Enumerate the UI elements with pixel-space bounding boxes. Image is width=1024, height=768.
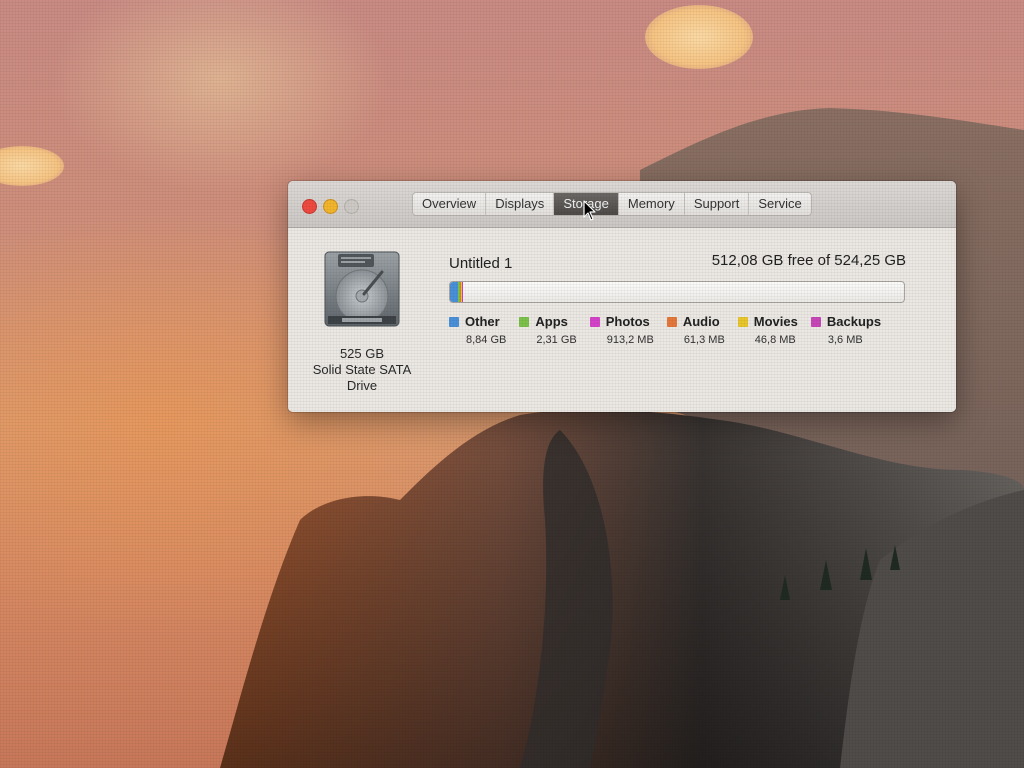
drive-capacity: 525 GB bbox=[339, 346, 385, 361]
tab-bar: Overview Displays Storage Memory Support… bbox=[412, 192, 812, 216]
tab-service[interactable]: Service bbox=[749, 193, 810, 215]
about-this-mac-window: Overview Displays Storage Memory Support… bbox=[288, 181, 956, 412]
legend-category-name: Backups bbox=[826, 314, 882, 329]
legend-category-size: 2,31 GB bbox=[536, 334, 577, 346]
minimize-window-button[interactable] bbox=[323, 199, 338, 214]
legend-item-audio: Audio 61,3 MB bbox=[666, 314, 725, 346]
legend-category-name: Movies bbox=[753, 314, 798, 329]
legend-item-header: Apps bbox=[519, 314, 576, 329]
legend-swatch bbox=[449, 316, 459, 327]
tab-memory[interactable]: Memory bbox=[619, 193, 685, 215]
volume-name: Untitled 1 bbox=[449, 255, 513, 272]
storage-pane: 525 GB Solid State SATA Drive Untitled 1… bbox=[288, 228, 956, 412]
usage-segment-backups bbox=[461, 282, 463, 302]
legend-category-name: Apps bbox=[535, 314, 568, 329]
legend-swatch bbox=[666, 316, 677, 327]
volume-free-space: 512,08 GB free of 524,25 GB bbox=[711, 252, 906, 269]
drive-type-line-1: Solid State SATA bbox=[312, 362, 412, 377]
legend-item-apps: Apps 2,31 GB bbox=[519, 314, 577, 346]
legend-item-other: Other 8,84 GB bbox=[449, 314, 506, 346]
legend-category-size: 913,2 MB bbox=[606, 334, 654, 346]
close-window-button[interactable] bbox=[302, 199, 317, 214]
legend-item-header: Photos bbox=[589, 314, 654, 329]
legend-item-header: Backups bbox=[810, 314, 882, 329]
legend-swatch bbox=[810, 316, 821, 327]
legend-item-photos: Photos 913,2 MB bbox=[589, 314, 654, 346]
storage-legend: Other 8,84 GB Apps 2,31 GB Photos 913,2 MB Aud… bbox=[449, 314, 894, 346]
drive-type-line-2: Drive bbox=[346, 378, 378, 393]
usage-segment-other bbox=[450, 282, 458, 302]
legend-swatch bbox=[589, 316, 600, 327]
legend-item-header: Audio bbox=[666, 314, 725, 329]
legend-item-backups: Backups 3,6 MB bbox=[810, 314, 882, 346]
legend-category-size: 46,8 MB bbox=[754, 334, 796, 346]
tab-support[interactable]: Support bbox=[685, 193, 750, 215]
legend-category-size: 8,84 GB bbox=[466, 334, 507, 346]
legend-category-name: Photos bbox=[605, 314, 650, 329]
legend-item-header: Movies bbox=[737, 314, 798, 329]
tab-overview[interactable]: Overview bbox=[413, 193, 487, 215]
mouse-cursor-icon bbox=[583, 200, 596, 221]
legend-category-name: Audio bbox=[682, 314, 720, 329]
legend-category-size: 61,3 MB bbox=[683, 334, 725, 346]
legend-category-size: 3,6 MB bbox=[827, 334, 863, 346]
legend-item-header: Other bbox=[449, 314, 506, 329]
zoom-window-button[interactable] bbox=[344, 199, 359, 214]
tab-displays[interactable]: Displays bbox=[486, 193, 555, 215]
desktop: Overview Displays Storage Memory Support… bbox=[0, 0, 1024, 768]
legend-swatch bbox=[737, 316, 748, 327]
legend-category-name: Other bbox=[465, 314, 500, 329]
legend-swatch bbox=[519, 316, 530, 327]
drive-description: 525 GB Solid State SATA Drive bbox=[302, 346, 422, 394]
legend-item-movies: Movies 46,8 MB bbox=[737, 314, 798, 346]
hard-drive-icon bbox=[324, 251, 400, 327]
storage-usage-bar bbox=[449, 281, 905, 303]
title-bar[interactable]: Overview Displays Storage Memory Support… bbox=[288, 181, 956, 228]
